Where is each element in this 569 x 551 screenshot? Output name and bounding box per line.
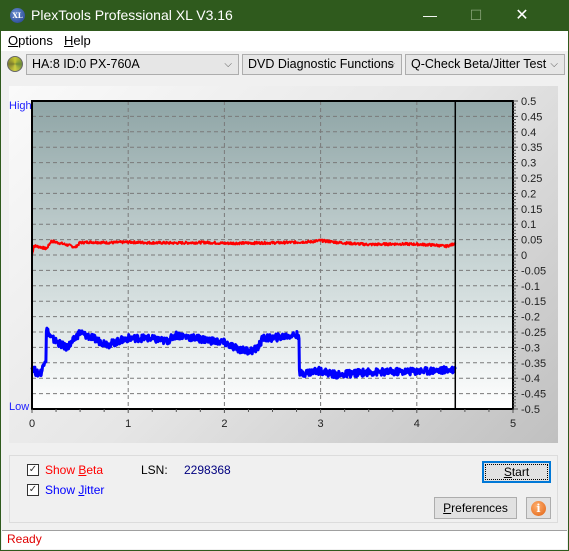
y-tick-label: 0.45 — [521, 111, 542, 123]
show-beta-label[interactable]: Show Beta — [45, 463, 103, 477]
status-text: Ready — [7, 532, 42, 546]
controls-panel: ✓ Show Beta ✓ Show Jitter LSN: 2298368 S… — [9, 455, 558, 523]
chevron-down-icon: ⌵ — [387, 59, 395, 70]
y-tick-label: -0.05 — [521, 265, 546, 277]
y-tick-label: -0.25 — [521, 327, 546, 339]
y-axis-low-label: Low — [9, 401, 29, 413]
show-jitter-label-text: Show — [45, 483, 79, 497]
y-axis-high-label: High — [9, 100, 32, 112]
menu-help-accel: H — [64, 33, 74, 48]
info-button[interactable]: i — [526, 497, 551, 519]
menu-options[interactable]: Options — [8, 33, 53, 48]
menu-bar: Options Help — [1, 31, 568, 51]
chevron-down-icon: ⌵ — [550, 59, 558, 70]
x-tick-label: 3 — [318, 418, 324, 430]
toolbar: HA:8 ID:0 PX-760A ⌵ DVD Diagnostic Funct… — [1, 51, 568, 79]
start-button[interactable]: Start — [482, 461, 551, 483]
x-tick-label: 5 — [510, 418, 516, 430]
y-tick-label: 0.3 — [521, 158, 536, 170]
function-select[interactable]: DVD Diagnostic Functions ⌵ — [242, 54, 402, 75]
y-tick-label: 0 — [521, 250, 527, 262]
y-tick-label: 0.5 — [521, 96, 536, 108]
y-tick-label: -0.4 — [521, 373, 540, 385]
app-window: XL PlexTools Professional XL V3.16 — ☐ ✕… — [1, 0, 568, 550]
status-bar: Ready — [2, 530, 567, 549]
y-tick-label: 0.35 — [521, 142, 542, 154]
y-tick-label: -0.35 — [521, 358, 546, 370]
test-select[interactable]: Q-Check Beta/Jitter Test ⌵ — [405, 54, 565, 75]
chevron-down-icon: ⌵ — [224, 59, 232, 70]
y-tick-label: -0.2 — [521, 312, 540, 324]
test-select-value: Q-Check Beta/Jitter Test — [411, 57, 547, 71]
y-tick-label: -0.5 — [521, 404, 540, 416]
lsn-label: LSN: — [141, 463, 168, 477]
y-tick-label: -0.15 — [521, 296, 546, 308]
show-jitter-label[interactable]: Show Jitter — [45, 483, 104, 497]
menu-help-label: elp — [73, 33, 91, 48]
close-button[interactable]: ✕ — [499, 0, 545, 31]
menu-options-label: ptions — [18, 33, 53, 48]
y-tick-label: -0.3 — [521, 342, 540, 354]
maximize-button[interactable]: ☐ — [453, 0, 499, 31]
chart-panel: 0 1 2 3 4 5 0.5 0.45 0.4 0.35 0.3 0.25 0.2 0.15 0.1 0.0… — [9, 86, 558, 443]
y-tick-label: 0.4 — [521, 127, 536, 139]
menu-options-accel: O — [8, 33, 19, 48]
x-tick-label: 4 — [414, 418, 420, 430]
x-tick-label: 1 — [125, 418, 131, 430]
disc-drive-icon — [7, 56, 23, 72]
drive-select[interactable]: HA:8 ID:0 PX-760A ⌵ — [26, 54, 239, 75]
preferences-button[interactable]: Preferences — [434, 497, 517, 519]
y-tick-label: 0.15 — [521, 204, 542, 216]
minimize-button[interactable]: — — [407, 0, 453, 31]
lsn-value: 2298368 — [184, 463, 231, 477]
y-tick-label: 0.1 — [521, 219, 536, 231]
y-tick-label: 0.2 — [521, 188, 536, 200]
title-bar: XL PlexTools Professional XL V3.16 — ☐ ✕ — [1, 0, 568, 31]
y-tick-label: 0.05 — [521, 235, 542, 247]
menu-help[interactable]: Help — [64, 33, 91, 48]
show-jitter-label-rest: itter — [84, 483, 105, 497]
y-tick-label: 0.25 — [521, 173, 542, 185]
x-tick-label: 2 — [221, 418, 227, 430]
show-jitter-checkbox[interactable]: ✓ — [27, 484, 39, 496]
show-beta-label-text: Show — [45, 463, 79, 477]
drive-select-value: HA:8 ID:0 PX-760A — [32, 57, 140, 71]
show-beta-label-rest: eta — [86, 463, 104, 477]
x-tick-label: 0 — [29, 418, 35, 430]
beta-jitter-chart: 0 1 2 3 4 5 0.5 0.45 0.4 0.35 0.3 0.25 0.2 0.15 0.1 0.0… — [9, 96, 546, 430]
preferences-label: references — [451, 501, 508, 515]
function-select-value: DVD Diagnostic Functions — [248, 57, 394, 71]
focus-rect — [485, 464, 548, 480]
info-icon: i — [531, 501, 546, 516]
preferences-accel: P — [443, 501, 452, 515]
window-title: PlexTools Professional XL V3.16 — [31, 7, 233, 23]
y-tick-label: -0.1 — [521, 281, 540, 293]
app-logo-icon: XL — [10, 8, 25, 23]
show-beta-checkbox[interactable]: ✓ — [27, 464, 39, 476]
y-tick-label: -0.45 — [521, 389, 546, 401]
